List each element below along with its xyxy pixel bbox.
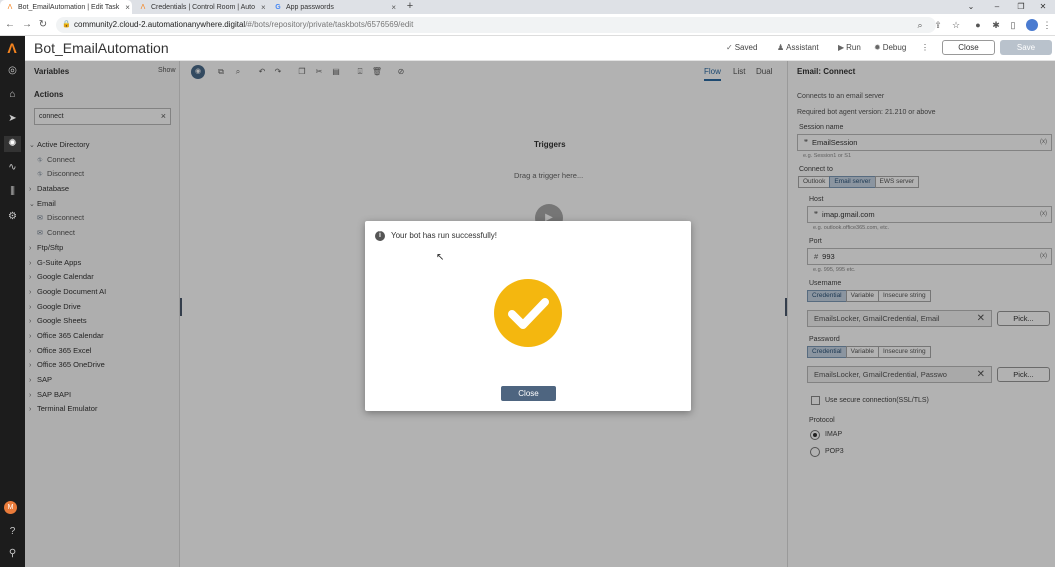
bookmark-star-icon[interactable]: ☆ <box>950 19 962 31</box>
debug-label: Debug <box>882 43 907 52</box>
home-icon[interactable]: ⌂ <box>4 87 21 103</box>
play-icon: ▶ <box>838 43 845 52</box>
forward-arrow-icon[interactable]: → <box>20 18 34 32</box>
automation-icon[interactable]: ➤ <box>4 111 21 127</box>
kebab-menu-icon[interactable]: ⋮ <box>1041 19 1053 31</box>
tab-title: App passwords <box>286 3 334 11</box>
app-nav-rail: Λ ◎ ⌂ ➤ ✺ ∿ ⫼ ⚙ M ? ⚲ <box>0 36 25 567</box>
explore-compass-icon[interactable]: ◎ <box>4 63 21 79</box>
close-tab-icon[interactable]: × <box>391 3 396 12</box>
automation-anywhere-icon: Λ <box>140 3 146 11</box>
restore-button[interactable]: ❐ <box>1012 0 1030 14</box>
url-host: community2.cloud-2.automationanywhere.di… <box>74 20 246 29</box>
help-icon[interactable]: ? <box>4 524 21 540</box>
google-icon: G <box>275 3 281 11</box>
browser-tab-bar: Λ Bot_EmailAutomation | Edit Task × Λ Cr… <box>0 0 1055 14</box>
bot-title: Bot_EmailAutomation <box>34 40 169 56</box>
url-field[interactable]: 🔒 community2.cloud-2.automationanywhere.… <box>56 17 936 33</box>
browser-tab-app-passwords[interactable]: G App passwords × <box>268 0 402 14</box>
saved-status: ✓ Saved <box>726 43 757 52</box>
dialog-message: Your bot has run successfully! <box>391 231 497 240</box>
location-pin-icon[interactable]: ⚲ <box>4 546 21 562</box>
browser-profile-avatar[interactable] <box>1026 19 1038 31</box>
minimize-button[interactable]: – <box>988 0 1006 14</box>
url-path: /#/bots/repository/private/taskbots/6576… <box>245 20 414 29</box>
more-options-icon[interactable]: ⋮ <box>921 43 929 52</box>
window-close-button[interactable]: ✕ <box>1034 0 1052 14</box>
bots-icon[interactable]: ✺ <box>4 136 21 152</box>
new-tab-button[interactable]: + <box>404 0 416 14</box>
save-button[interactable]: Save <box>1000 40 1052 55</box>
success-check-icon <box>494 279 562 347</box>
back-arrow-icon[interactable]: ← <box>3 18 17 32</box>
zoom-icon[interactable]: ⌕ <box>914 19 926 31</box>
check-icon: ✓ <box>726 43 733 52</box>
extensions-puzzle-icon[interactable]: ✱ <box>990 19 1002 31</box>
assistant-button[interactable]: ♟ Assistant <box>777 43 819 52</box>
user-avatar[interactable]: M <box>4 501 17 514</box>
bug-icon: ✹ <box>874 43 881 52</box>
tab-title: Bot_EmailAutomation | Edit Task <box>18 3 120 11</box>
tab-title: Credentials | Control Room | Auto <box>151 3 256 11</box>
assistant-label: Assistant <box>786 43 819 52</box>
run-label: Run <box>846 43 861 52</box>
lock-icon: 🔒 <box>62 21 71 28</box>
checkmark-icon <box>508 298 549 329</box>
close-button[interactable]: Close <box>942 40 995 55</box>
close-tab-icon[interactable]: × <box>125 3 130 12</box>
extension-circle-icon[interactable]: ● <box>972 19 984 31</box>
browser-address-bar: ← → ↻ 🔒 community2.cloud-2.automationany… <box>0 14 1055 36</box>
activity-icon[interactable]: ∿ <box>4 160 21 176</box>
browser-tab-edit-task[interactable]: Λ Bot_EmailAutomation | Edit Task × <box>0 0 132 14</box>
assistant-icon: ♟ <box>777 43 785 52</box>
mouse-cursor-icon: ↖ <box>436 252 445 263</box>
info-icon: i <box>375 231 385 241</box>
app-header: Bot_EmailAutomation ✓ Saved ♟ Assistant ▶ R… <box>25 36 1055 61</box>
browser-tab-credentials[interactable]: Λ Credentials | Control Room | Auto × <box>133 0 267 14</box>
sidebar-icon[interactable]: ▯ <box>1007 19 1019 31</box>
automation-anywhere-icon: Λ <box>7 3 13 11</box>
saved-label: Saved <box>734 43 758 52</box>
run-success-dialog: i Your bot has run successfully! Close <box>365 221 691 411</box>
manage-sliders-icon[interactable]: ⫼ <box>4 184 21 200</box>
close-tab-icon[interactable]: × <box>261 3 266 12</box>
debug-button[interactable]: ✹ Debug <box>874 43 906 52</box>
tab-list-chevron-icon[interactable]: ⌄ <box>962 0 980 14</box>
reload-icon[interactable]: ↻ <box>36 18 50 32</box>
run-button[interactable]: ▶ Run <box>838 43 861 52</box>
dialog-close-button[interactable]: Close <box>501 386 556 401</box>
automation-anywhere-logo: Λ <box>7 40 17 56</box>
share-icon[interactable]: ⇪ <box>932 19 944 31</box>
settings-gear-icon[interactable]: ⚙ <box>4 209 21 225</box>
